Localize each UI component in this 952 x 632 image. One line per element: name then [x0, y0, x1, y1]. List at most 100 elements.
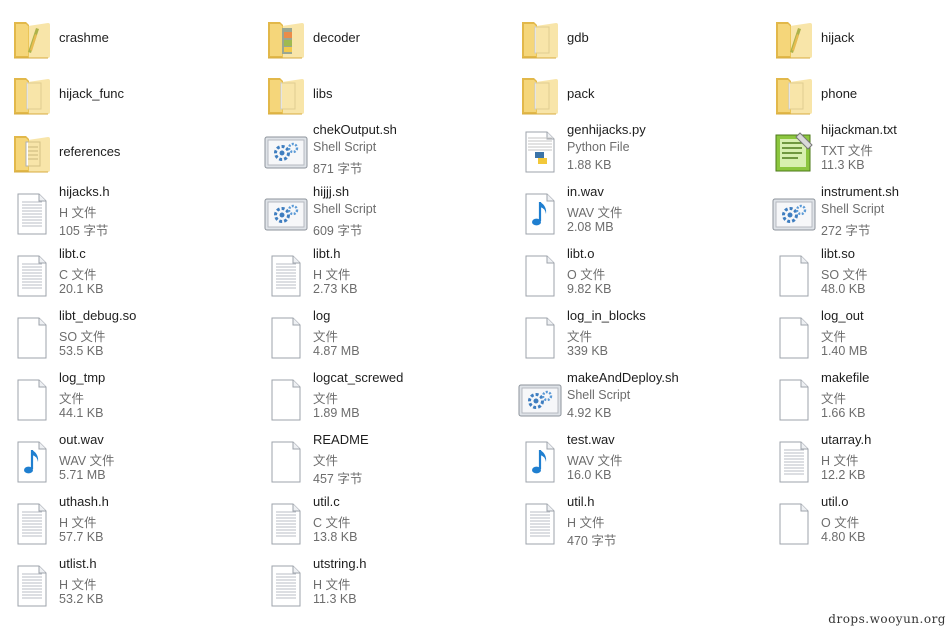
file-size: 53.5 KB [59, 344, 104, 358]
file-name: hijacks.h [59, 184, 110, 199]
audio-file-icon [516, 438, 564, 486]
blank-document-icon [262, 314, 310, 362]
python-file-icon [516, 128, 564, 176]
file-item[interactable]: references [0, 122, 250, 182]
file-type: H 文件 [59, 206, 97, 220]
file-size: 5.71 MB [59, 468, 106, 482]
file-item[interactable]: README 文件 457 字节 [254, 432, 504, 492]
file-item[interactable]: util.h H 文件 470 字节 [508, 494, 758, 554]
file-size: 53.2 KB [59, 592, 104, 606]
blank-document-icon [262, 376, 310, 424]
file-item[interactable]: libt_debug.so SO 文件 53.5 KB [0, 308, 250, 368]
file-item[interactable]: libt.so SO 文件 48.0 KB [762, 246, 952, 306]
file-item[interactable]: libt.c C 文件 20.1 KB [0, 246, 250, 306]
file-name: log [313, 308, 331, 323]
file-size: 272 字节 [821, 224, 871, 238]
folder-icon [8, 128, 56, 176]
file-name: utstring.h [313, 556, 367, 571]
file-size: 44.1 KB [59, 406, 104, 420]
file-name: utlist.h [59, 556, 97, 571]
file-item[interactable]: libt.o O 文件 9.82 KB [508, 246, 758, 306]
shell-script-icon [770, 190, 818, 238]
file-size: 871 字节 [313, 162, 363, 176]
file-name: out.wav [59, 432, 104, 447]
file-type: WAV 文件 [567, 206, 623, 220]
file-size: 1.40 MB [821, 344, 868, 358]
file-item[interactable]: hijack [762, 8, 952, 68]
file-size: 2.73 KB [313, 282, 358, 296]
blank-document-icon [770, 252, 818, 300]
file-item[interactable]: phone [762, 64, 952, 124]
file-size: 1.89 MB [313, 406, 360, 420]
file-name: libt.h [313, 246, 341, 261]
file-size: 16.0 KB [567, 468, 612, 482]
file-item[interactable]: instrument.sh Shell Script 272 字节 [762, 184, 952, 244]
file-item[interactable]: util.o O 文件 4.80 KB [762, 494, 952, 554]
file-item[interactable]: utstring.h H 文件 11.3 KB [254, 556, 504, 616]
file-item[interactable]: makefile 文件 1.66 KB [762, 370, 952, 430]
file-item[interactable]: util.c C 文件 13.8 KB [254, 494, 504, 554]
file-item[interactable]: gdb [508, 8, 758, 68]
audio-file-icon [8, 438, 56, 486]
file-item[interactable]: log_in_blocks 文件 339 KB [508, 308, 758, 368]
folder-icon [262, 70, 310, 118]
file-type: Python File [567, 140, 630, 154]
file-item[interactable]: makeAndDeploy.sh Shell Script 4.92 KB [508, 370, 758, 430]
file-name: libt_debug.so [59, 308, 137, 323]
file-type: SO 文件 [59, 330, 106, 344]
folder-icon [516, 70, 564, 118]
file-item[interactable]: pack [508, 64, 758, 124]
file-name: README [313, 432, 369, 447]
file-item[interactable]: log 文件 4.87 MB [254, 308, 504, 368]
folder-icon [262, 14, 310, 62]
file-item[interactable]: libs [254, 64, 504, 124]
file-type: Shell Script [821, 202, 885, 216]
file-type: WAV 文件 [567, 454, 623, 468]
file-type: O 文件 [567, 268, 606, 282]
file-item[interactable]: utarray.h H 文件 12.2 KB [762, 432, 952, 492]
file-name: makeAndDeploy.sh [567, 370, 679, 385]
file-type: H 文件 [59, 516, 97, 530]
file-size: 11.3 KB [313, 592, 357, 606]
file-item[interactable]: hijacks.h H 文件 105 字节 [0, 184, 250, 244]
file-type: 文件 [567, 330, 593, 344]
file-size: 13.8 KB [313, 530, 358, 544]
file-name: pack [567, 86, 595, 101]
file-item[interactable]: test.wav WAV 文件 16.0 KB [508, 432, 758, 492]
file-name: hijjj.sh [313, 184, 350, 199]
file-name: references [59, 144, 121, 159]
file-name: chekOutput.sh [313, 122, 397, 137]
file-size: 339 KB [567, 344, 609, 358]
blank-document-icon [770, 314, 818, 362]
file-type: 文件 [821, 392, 847, 406]
file-size: 470 字节 [567, 534, 617, 548]
file-type: SO 文件 [821, 268, 868, 282]
file-item[interactable]: log_out 文件 1.40 MB [762, 308, 952, 368]
shell-script-icon [262, 128, 310, 176]
file-type: C 文件 [313, 516, 351, 530]
folder-icon [516, 14, 564, 62]
file-item[interactable]: uthash.h H 文件 57.7 KB [0, 494, 250, 554]
file-type: 文件 [59, 392, 85, 406]
file-item[interactable]: log_tmp 文件 44.1 KB [0, 370, 250, 430]
blank-document-icon [8, 376, 56, 424]
file-item[interactable]: in.wav WAV 文件 2.08 MB [508, 184, 758, 244]
text-document-icon [8, 562, 56, 610]
shell-script-icon [262, 190, 310, 238]
file-item[interactable]: genhijacks.py Python File 1.88 KB [508, 122, 758, 182]
file-item[interactable]: utlist.h H 文件 53.2 KB [0, 556, 250, 616]
file-name: phone [821, 86, 858, 101]
file-item[interactable]: hijjj.sh Shell Script 609 字节 [254, 184, 504, 244]
file-item[interactable]: chekOutput.sh Shell Script 871 字节 [254, 122, 504, 182]
file-size: 4.87 MB [313, 344, 360, 358]
file-type: 文件 [313, 392, 339, 406]
file-name: libs [313, 86, 333, 101]
file-item[interactable]: out.wav WAV 文件 5.71 MB [0, 432, 250, 492]
file-item[interactable]: hijack_func [0, 64, 250, 124]
file-item[interactable]: libt.h H 文件 2.73 KB [254, 246, 504, 306]
file-item[interactable]: logcat_screwed 文件 1.89 MB [254, 370, 504, 430]
file-item[interactable]: crashme [0, 8, 250, 68]
file-item[interactable]: hijackman.txt TXT 文件 11.3 KB [762, 122, 952, 182]
file-size: 11.3 KB [821, 158, 865, 172]
file-item[interactable]: decoder [254, 8, 504, 68]
